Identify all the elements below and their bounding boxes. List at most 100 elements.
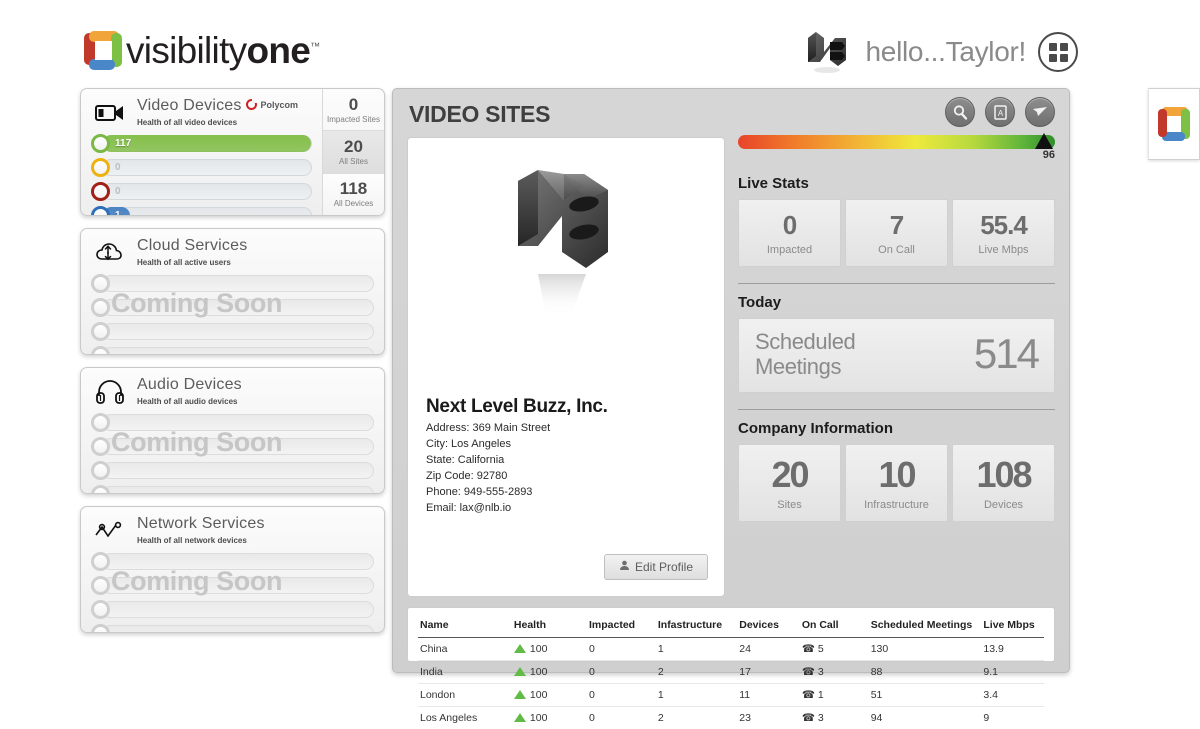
vendor-badge: Polycom	[246, 99, 298, 110]
status-ring-2	[91, 322, 110, 341]
cell-live-mbps: 9.1	[981, 661, 1044, 684]
stat-number: 118	[340, 180, 367, 198]
panel-title: Audio Devices	[137, 376, 242, 394]
panel-cloud-services[interactable]: Cloud ServicesHealth of all active users…	[80, 228, 385, 355]
table-header-live-mbps[interactable]: Live Mbps	[981, 616, 1044, 638]
stat-cell[interactable]: 118All Devices	[323, 174, 384, 215]
cell-infrastructure: 2	[656, 707, 737, 729]
health-bar-row[interactable]	[91, 321, 374, 342]
bar-track	[102, 414, 374, 431]
company-email: Email: lax@nlb.io	[426, 502, 710, 514]
cell-scheduled-meetings: 94	[869, 707, 982, 729]
send-button[interactable]	[1025, 97, 1055, 127]
cell-health: 100	[512, 638, 587, 661]
nb-3d-logo-icon	[802, 28, 854, 76]
table-header-scheduled-meetings[interactable]: Scheduled Meetings	[869, 616, 982, 638]
health-bar-row[interactable]: 0	[91, 157, 312, 178]
panel-header: Audio DevicesHealth of all audio devices	[81, 368, 384, 408]
bar-track	[102, 299, 374, 316]
divider-1	[738, 283, 1055, 284]
stat-cell[interactable]: 10Infrastructure	[845, 444, 948, 522]
stat-cell[interactable]: 20Sites	[738, 444, 841, 522]
cell-infrastructure: 2	[656, 661, 737, 684]
health-bar-row[interactable]	[91, 551, 374, 572]
health-bar-row[interactable]	[91, 297, 374, 318]
health-bar-row[interactable]	[91, 345, 374, 355]
cell-devices: 17	[737, 661, 800, 684]
cell-impacted: 0	[587, 661, 656, 684]
panel-network-services[interactable]: Network ServicesHealth of all network de…	[80, 506, 385, 633]
stat-label: Devices	[957, 499, 1050, 511]
status-ring-0	[91, 274, 110, 293]
health-bar-row[interactable]	[91, 623, 374, 633]
health-bar-row[interactable]: 1	[91, 205, 312, 216]
table-header-impacted[interactable]: Impacted	[587, 616, 656, 638]
health-gauge-marker	[1035, 133, 1053, 149]
company-details: Next Level Buzz, Inc. Address: 369 Main …	[426, 396, 710, 514]
panel-video-devices[interactable]: Video DevicesHealth of all video devices…	[80, 88, 385, 216]
bar-track: 117	[102, 135, 312, 152]
sidebar: Video DevicesHealth of all video devices…	[80, 88, 385, 645]
brand-text-light: visibility	[126, 30, 246, 71]
brand-trademark: ™	[310, 41, 319, 52]
cell-infrastructure: 1	[656, 638, 737, 661]
cell-devices: 23	[737, 707, 800, 729]
table-row[interactable]: China1000124☎513013.9	[418, 638, 1044, 661]
status-ring-1	[91, 437, 110, 456]
phone-icon: ☎	[802, 689, 815, 701]
phone-icon: ☎	[802, 712, 815, 724]
health-bar-row[interactable]	[91, 460, 374, 481]
table-header-name[interactable]: Name	[418, 616, 512, 638]
table-header-infastructure[interactable]: Infastructure	[656, 616, 737, 638]
table-header-row: NameHealthImpactedInfastructureDevicesOn…	[418, 616, 1044, 638]
health-bar-row[interactable]: 117	[91, 133, 312, 154]
bar-track: 1	[102, 207, 312, 216]
table-row[interactable]: India1000217☎3889.1	[418, 661, 1044, 684]
stat-label: Live Mbps	[957, 244, 1050, 256]
company-city: City: Los Angeles	[426, 438, 710, 450]
health-bar-row[interactable]	[91, 599, 374, 620]
search-button[interactable]	[945, 97, 975, 127]
status-ring-0	[91, 413, 110, 432]
stat-cell[interactable]: 0Impacted Sites	[323, 89, 384, 131]
stat-label: Infrastructure	[850, 499, 943, 511]
panel-audio-devices[interactable]: Audio DevicesHealth of all audio devices…	[80, 367, 385, 494]
health-bar-row[interactable]	[91, 575, 374, 596]
panel-title-group: Network ServicesHealth of all network de…	[129, 515, 265, 545]
edge-logo-tab[interactable]	[1148, 88, 1200, 160]
brand-logo[interactable]: visibilityone™	[80, 28, 319, 72]
table-header-on-call[interactable]: On Call	[800, 616, 869, 638]
health-bar-row[interactable]: 0	[91, 181, 312, 202]
company-state: State: California	[426, 454, 710, 466]
panel-header: Cloud ServicesHealth of all active users	[81, 229, 384, 269]
panel-title: Cloud Services	[137, 237, 247, 255]
table-header-devices[interactable]: Devices	[737, 616, 800, 638]
health-bar-row[interactable]	[91, 484, 374, 494]
table-header-health[interactable]: Health	[512, 616, 587, 638]
stat-cell[interactable]: 0Impacted	[738, 199, 841, 267]
health-bar-row[interactable]	[91, 412, 374, 433]
health-bar-row[interactable]	[91, 273, 374, 294]
sites-table-container: NameHealthImpactedInfastructureDevicesOn…	[407, 607, 1055, 662]
apps-grid-button[interactable]	[1038, 32, 1078, 72]
edit-profile-button[interactable]: Edit Profile	[604, 554, 708, 580]
health-up-triangle-icon	[514, 713, 526, 722]
stat-label: On Call	[850, 244, 943, 256]
stat-cell[interactable]: 20All Sites	[323, 131, 384, 173]
cell-scheduled-meetings: 88	[869, 661, 982, 684]
pdf-export-button[interactable]: A	[985, 97, 1015, 127]
user-greeting-area: hello...Taylor!	[802, 28, 1078, 76]
stat-cell[interactable]: 7On Call	[845, 199, 948, 267]
stat-number: 108	[957, 457, 1050, 493]
stat-cell[interactable]: 55.4Live Mbps	[952, 199, 1055, 267]
stat-cell[interactable]: 108 Devices	[952, 444, 1055, 522]
status-ring-2	[91, 182, 110, 201]
app-header: visibilityone™ hello...Taylor!	[0, 0, 1200, 82]
table-row[interactable]: Los Angeles1000223☎3949	[418, 707, 1044, 729]
stat-label: All Devices	[334, 199, 374, 208]
panel-stats: 0Impacted Sites20All Sites118All Devices	[322, 89, 384, 215]
bar-fill: 117	[103, 135, 311, 152]
headphones-icon	[91, 376, 129, 408]
health-bar-row[interactable]	[91, 436, 374, 457]
health-gauge: 96	[738, 135, 1055, 159]
